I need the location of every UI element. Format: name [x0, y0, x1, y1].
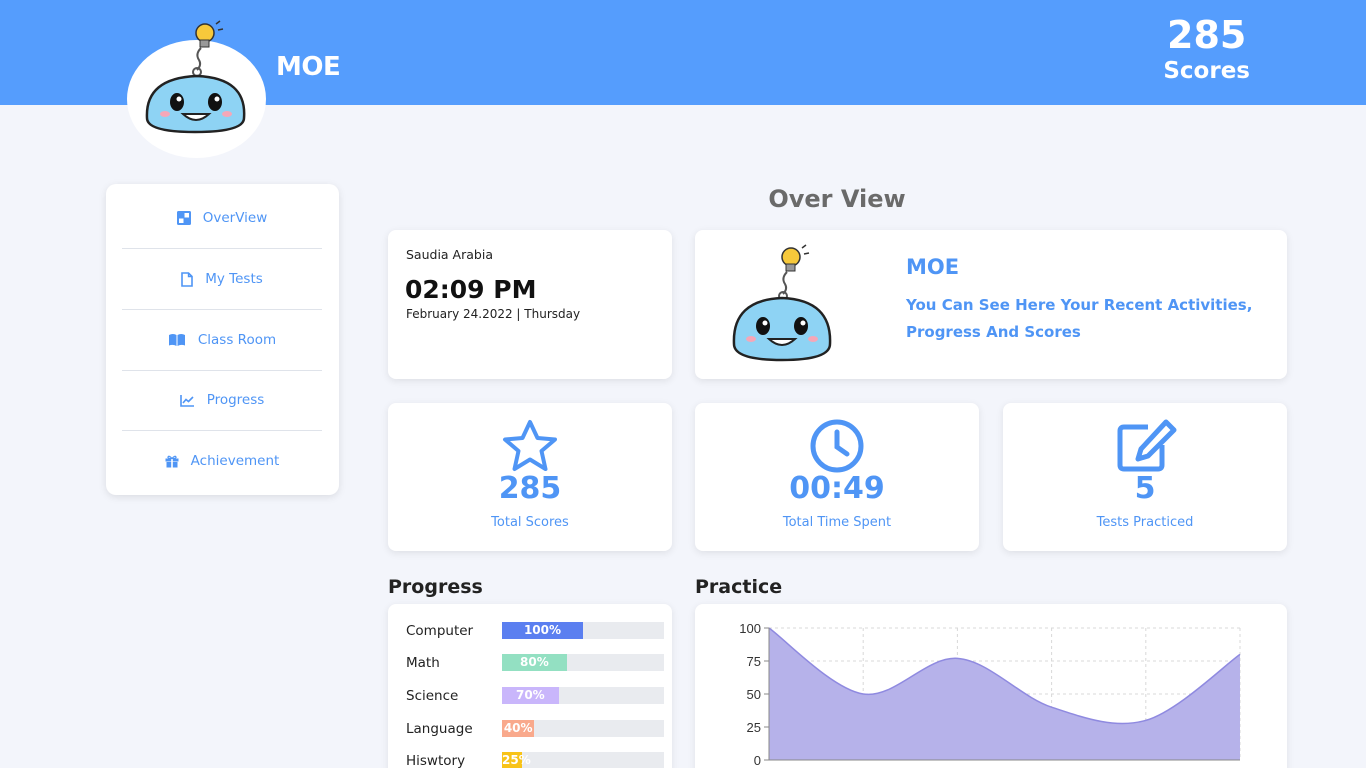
star-icon — [388, 419, 672, 473]
sidebar-item-label: My Tests — [205, 271, 263, 287]
book-icon — [168, 334, 185, 346]
progress-label: Language — [406, 721, 473, 737]
progress-fill: 40% — [502, 720, 535, 737]
current-time: 02:09 PM — [405, 275, 537, 304]
practice-section-title: Practice — [695, 576, 783, 598]
sidebar-item-overview[interactable]: OverView — [122, 188, 322, 248]
edit-icon — [1003, 419, 1287, 473]
progress-row-math: Math 80% — [406, 654, 664, 672]
progress-row-science: Science 70% — [406, 687, 664, 705]
stat-label: Total Time Spent — [782, 515, 892, 530]
progress-row-history: Hiswtory 25% — [406, 752, 664, 768]
progress-section-title: Progress — [388, 576, 483, 598]
y-tick-label: 25 — [747, 720, 761, 735]
practice-area-fill — [769, 628, 1240, 760]
sidebar-nav: OverView My Tests Class Room Progress Ac… — [106, 184, 339, 495]
y-tick-label: 75 — [747, 654, 761, 669]
y-tick-label: 50 — [747, 687, 761, 702]
stat-card-tests-practiced: 5 Tests Practiced — [1003, 403, 1287, 551]
page-title: Over View — [768, 185, 906, 213]
practice-area-chart: 0 25 50 75 100 — [739, 621, 1241, 768]
progress-row-language: Language 40% — [406, 720, 664, 738]
y-tick-label: 100 — [739, 621, 761, 636]
stat-value: 00:49 — [789, 471, 885, 506]
practice-chart-card: 0 25 50 75 100 — [695, 604, 1287, 768]
welcome-text: You Can See Here Your Recent Activities,… — [906, 296, 1253, 341]
overview-icon — [176, 211, 191, 225]
file-icon — [181, 271, 194, 287]
robot-mascot-icon — [145, 20, 246, 134]
sidebar-item-class-room[interactable]: Class Room — [122, 310, 322, 370]
progress-fill: 100% — [502, 622, 583, 639]
welcome-title: MOE — [906, 255, 960, 279]
sidebar-item-label: OverView — [202, 210, 268, 226]
stat-value: 285 — [498, 471, 562, 506]
progress-label: Hiswtory — [406, 753, 466, 768]
progress-track: 80% — [502, 654, 664, 671]
progress-track: 25% — [502, 752, 664, 768]
stat-card-time-spent: 00:49 Total Time Spent — [695, 403, 979, 551]
clock-icon — [695, 419, 979, 473]
sidebar-item-label: Progress — [206, 392, 265, 408]
progress-track: 40% — [502, 720, 664, 737]
robot-mascot-icon — [732, 244, 832, 362]
stat-label: Tests Practiced — [1096, 515, 1194, 530]
sidebar-item-progress[interactable]: Progress — [122, 370, 322, 430]
stat-label: Total Scores — [491, 515, 569, 530]
sidebar-item-achievement[interactable]: Achievement — [122, 431, 322, 491]
header-score-label: Scores — [1163, 58, 1250, 84]
sidebar-item-label: Class Room — [197, 332, 277, 348]
progress-track: 100% — [502, 622, 664, 639]
header-score-value: 285 — [1167, 13, 1247, 57]
progress-fill: 25% — [502, 752, 531, 768]
country-label: Saudia Arabia — [406, 247, 493, 262]
progress-label: Science — [406, 688, 459, 704]
clock-card: Saudia Arabia 02:09 PM February 24.2022 … — [388, 230, 672, 379]
gift-icon — [165, 455, 179, 467]
welcome-card: MOE You Can See Here Your Recent Activit… — [695, 230, 1287, 379]
progress-label: Math — [406, 655, 440, 671]
progress-fill: 80% — [502, 654, 567, 671]
avatar[interactable] — [127, 20, 266, 158]
current-date: February 24.2022 | Thursday — [406, 307, 581, 321]
progress-fill: 70% — [502, 687, 559, 704]
progress-label: Computer — [406, 623, 474, 639]
sidebar-item-label: Achievement — [190, 453, 280, 469]
progress-track: 70% — [502, 687, 664, 704]
progress-row-computer: Computer 100% — [406, 622, 664, 640]
stat-value: 5 — [1134, 471, 1156, 506]
brand-name: MOE — [276, 52, 341, 82]
sidebar-item-my-tests[interactable]: My Tests — [122, 249, 322, 309]
header-scores: 285 Scores — [1163, 12, 1250, 84]
progress-card: Computer 100% Math 80% Science 70% Langu… — [388, 604, 672, 768]
stat-card-total-scores: 285 Total Scores — [388, 403, 672, 551]
y-tick-label: 0 — [754, 753, 761, 768]
chart-line-icon — [179, 394, 194, 407]
